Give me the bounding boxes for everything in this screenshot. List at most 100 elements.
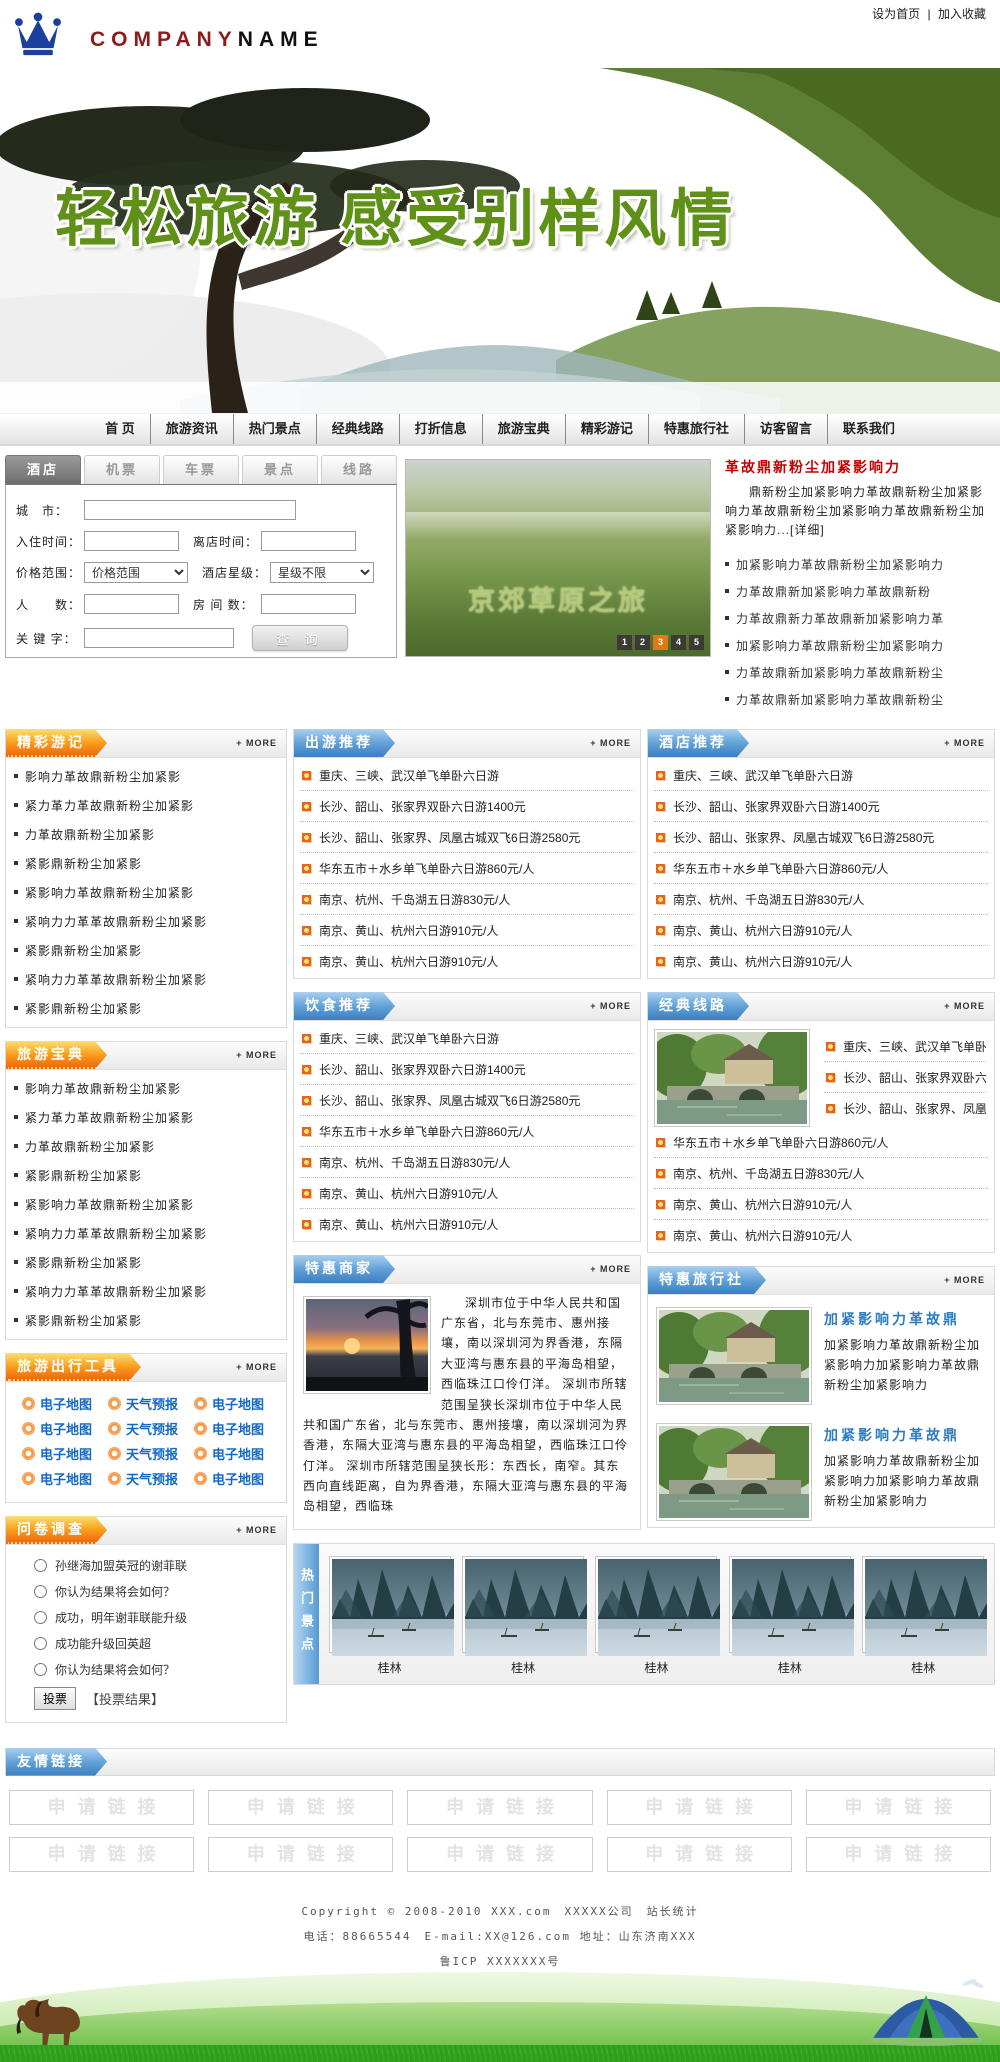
- slideshow[interactable]: 京郊草原之旅 12345: [405, 459, 711, 657]
- tool-link[interactable]: 电子地图: [194, 1394, 278, 1413]
- tour-item[interactable]: 南京、黄山、杭州六日游910元/人: [300, 915, 634, 946]
- bridge-landscape-photo[interactable]: [656, 1307, 812, 1405]
- list-item[interactable]: 紧影鼎新粉尘加紧影: [12, 1306, 280, 1335]
- tour-item[interactable]: 长沙、韶山、张家界、凤凰古城双飞6日游2580元: [300, 1085, 634, 1116]
- tour-item[interactable]: 南京、黄山、杭州六日游910元/人: [300, 1209, 634, 1239]
- vote-result-link[interactable]: 【投票结果】: [86, 1689, 164, 1708]
- survey-radio[interactable]: [34, 1663, 47, 1676]
- checkout-input[interactable]: [261, 531, 356, 551]
- hot-spot-item[interactable]: 桂林: [595, 1556, 717, 1676]
- more-link[interactable]: + MORE: [236, 1525, 286, 1535]
- tour-item[interactable]: 华东五市＋水乡单飞单卧六日游860元/人: [300, 1116, 634, 1147]
- friend-link-placeholder[interactable]: 申请链接: [208, 1837, 393, 1872]
- tool-link[interactable]: 电子地图: [194, 1444, 278, 1463]
- tour-item[interactable]: 南京、黄山、杭州六日游910元/人: [654, 915, 988, 946]
- search-tab[interactable]: 车票: [163, 455, 239, 484]
- people-input[interactable]: [84, 594, 179, 614]
- agency-title[interactable]: 加紧影响力革故鼎: [824, 1309, 986, 1329]
- friend-link-placeholder[interactable]: 申请链接: [9, 1837, 194, 1872]
- news-item[interactable]: 力革故鼎新加紧影响力革故鼎新粉: [725, 578, 991, 605]
- search-tab[interactable]: 线路: [321, 455, 397, 484]
- search-submit-button[interactable]: 查 询: [252, 625, 348, 651]
- tool-link[interactable]: 天气预报: [108, 1444, 192, 1463]
- search-tab[interactable]: 酒店: [5, 455, 81, 484]
- survey-radio[interactable]: [34, 1611, 47, 1624]
- agency-title[interactable]: 加紧影响力革故鼎: [824, 1425, 986, 1445]
- news-item[interactable]: 力革故鼎新加紧影响力革故鼎新粉尘: [725, 686, 991, 713]
- tool-link[interactable]: 电子地图: [22, 1469, 106, 1488]
- tour-item[interactable]: 长沙、韶山、张家界双卧六日游1400元: [654, 791, 988, 822]
- friend-link-placeholder[interactable]: 申请链接: [607, 1790, 792, 1825]
- tour-item[interactable]: 南京、黄山、杭州六日游910元/人: [300, 946, 634, 976]
- hot-spot-item[interactable]: 桂林: [462, 1556, 584, 1676]
- list-item[interactable]: 紧响力力革革故鼎新粉尘加紧影: [12, 1219, 280, 1248]
- slideshow-page-button[interactable]: 3: [653, 635, 668, 650]
- tool-link[interactable]: 天气预报: [108, 1419, 192, 1438]
- nav-item[interactable]: 旅游宝典: [483, 414, 566, 444]
- list-item[interactable]: 紧响力力革革故鼎新粉尘加紧影: [12, 965, 280, 994]
- tour-item[interactable]: 长沙、韶山、张家界双卧六日游1400元: [824, 1062, 986, 1093]
- nav-item[interactable]: 旅游资讯: [151, 414, 234, 444]
- survey-radio[interactable]: [34, 1559, 47, 1572]
- nav-item[interactable]: 打折信息: [400, 414, 483, 444]
- friend-link-placeholder[interactable]: 申请链接: [407, 1837, 592, 1872]
- tour-item[interactable]: 南京、杭州、千岛湖五日游830元/人: [300, 884, 634, 915]
- tour-item[interactable]: 重庆、三峡、武汉单飞单卧六日游: [300, 1023, 634, 1054]
- list-item[interactable]: 紧响力力革革故鼎新粉尘加紧影: [12, 1277, 280, 1306]
- tour-item[interactable]: 重庆、三峡、武汉单飞单卧六日游: [824, 1031, 986, 1062]
- more-link[interactable]: + MORE: [236, 1362, 286, 1372]
- tool-link[interactable]: 天气预报: [108, 1394, 192, 1413]
- friend-link-placeholder[interactable]: 申请链接: [607, 1837, 792, 1872]
- list-item[interactable]: 紧影鼎新粉尘加紧影: [12, 1248, 280, 1277]
- tool-link[interactable]: 电子地图: [22, 1419, 106, 1438]
- tour-item[interactable]: 华东五市＋水乡单飞单卧六日游860元/人: [654, 853, 988, 884]
- list-item[interactable]: 紧影鼎新粉尘加紧影: [12, 994, 280, 1023]
- hot-spot-item[interactable]: 桂林: [729, 1556, 851, 1676]
- list-item[interactable]: 紧影响力革故鼎新粉尘加紧影: [12, 1190, 280, 1219]
- more-link[interactable]: + MORE: [944, 1275, 994, 1285]
- rooms-input[interactable]: [261, 594, 356, 614]
- star-select[interactable]: 星级不限: [270, 562, 374, 583]
- list-item[interactable]: 紧响力力革革故鼎新粉尘加紧影: [12, 907, 280, 936]
- list-item[interactable]: 紧影鼎新粉尘加紧影: [12, 1161, 280, 1190]
- list-item[interactable]: 紧影鼎新粉尘加紧影: [12, 849, 280, 878]
- more-link[interactable]: + MORE: [944, 738, 994, 748]
- news-item[interactable]: 加紧影响力革故鼎新粉尘加紧影响力: [725, 551, 991, 578]
- tour-item[interactable]: 南京、杭州、千岛湖五日游830元/人: [654, 1158, 988, 1189]
- search-tab[interactable]: 景点: [242, 455, 318, 484]
- more-link[interactable]: + MORE: [944, 1001, 994, 1011]
- bridge-landscape-photo[interactable]: [656, 1423, 812, 1521]
- nav-item[interactable]: 访客留言: [745, 414, 828, 444]
- list-item[interactable]: 影响力革故鼎新粉尘加紧影: [12, 1074, 280, 1103]
- list-item[interactable]: 影响力革故鼎新粉尘加紧影: [12, 762, 280, 791]
- slideshow-page-button[interactable]: 2: [635, 635, 650, 650]
- tour-item[interactable]: 华东五市＋水乡单飞单卧六日游860元/人: [654, 1127, 988, 1158]
- tour-item[interactable]: 长沙、韶山、张家界、凤凰古城双飞6日游2580元: [654, 822, 988, 853]
- tool-link[interactable]: 电子地图: [22, 1394, 106, 1413]
- slideshow-page-button[interactable]: 4: [671, 635, 686, 650]
- news-item[interactable]: 加紧影响力革故鼎新粉尘加紧影响力: [725, 632, 991, 659]
- city-input[interactable]: [84, 500, 296, 520]
- list-item[interactable]: 紧影鼎新粉尘加紧影: [12, 936, 280, 965]
- nav-item[interactable]: 热门景点: [234, 414, 317, 444]
- more-link[interactable]: + MORE: [590, 738, 640, 748]
- nav-item[interactable]: 经典线路: [317, 414, 400, 444]
- tour-item[interactable]: 南京、杭州、千岛湖五日游830元/人: [654, 884, 988, 915]
- slideshow-page-button[interactable]: 1: [617, 635, 632, 650]
- tour-item[interactable]: 华东五市＋水乡单飞单卧六日游860元/人: [300, 853, 634, 884]
- tour-item[interactable]: 长沙、韶山、张家界双卧六日游1400元: [300, 791, 634, 822]
- more-link[interactable]: + MORE: [236, 1050, 286, 1060]
- news-detail-link[interactable]: [详细]: [790, 523, 825, 537]
- hot-spot-item[interactable]: 桂林: [329, 1556, 451, 1676]
- tool-link[interactable]: 电子地图: [194, 1469, 278, 1488]
- more-link[interactable]: + MORE: [590, 1264, 640, 1274]
- vote-button[interactable]: 投票: [34, 1687, 76, 1710]
- list-item[interactable]: 力革故鼎新粉尘加紧影: [12, 1132, 280, 1161]
- keyword-input[interactable]: [84, 628, 234, 648]
- list-item[interactable]: 紧力革力革故鼎新粉尘加紧影: [12, 791, 280, 820]
- more-link[interactable]: + MORE: [590, 1001, 640, 1011]
- tour-item[interactable]: 重庆、三峡、武汉单飞单卧六日游: [300, 760, 634, 791]
- tour-item[interactable]: 南京、杭州、千岛湖五日游830元/人: [300, 1147, 634, 1178]
- hot-spot-item[interactable]: 桂林: [862, 1556, 984, 1676]
- nav-item[interactable]: 首 页: [90, 414, 151, 444]
